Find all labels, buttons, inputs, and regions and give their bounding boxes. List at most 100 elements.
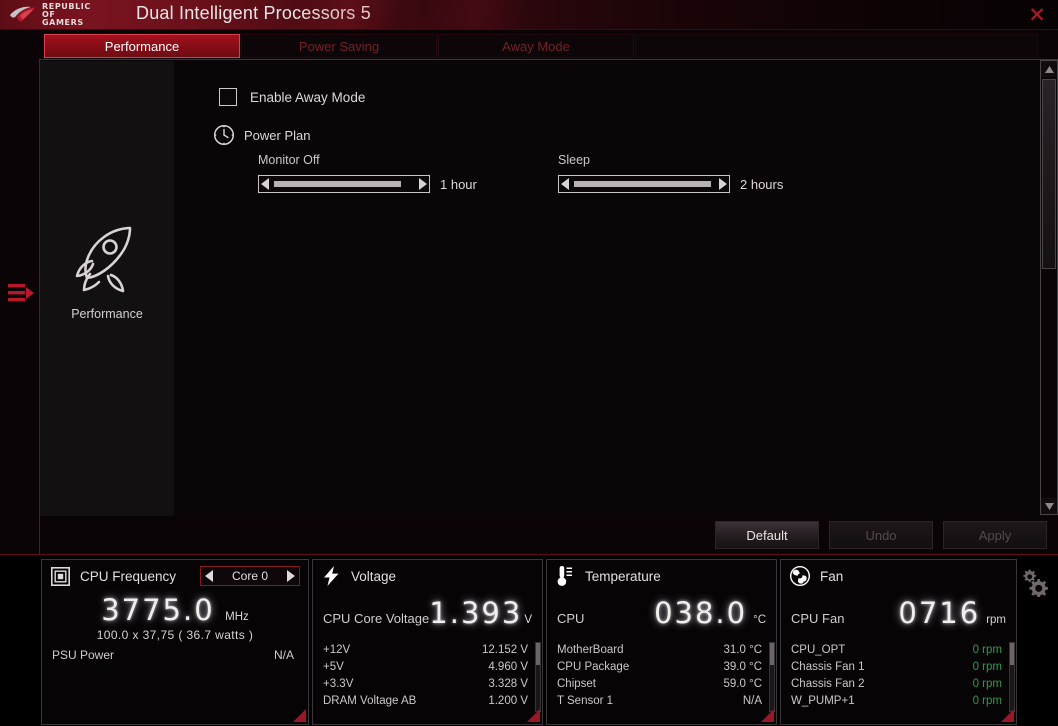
voltage-row-name: +5V <box>323 661 344 673</box>
fan-panel: Fan CPU Fan 0716 rpm CPU_OPT 0 rpm Chass… <box>780 559 1017 725</box>
cpu-temperature-value: 038.0 <box>654 596 748 630</box>
cpu-temperature-unit: °C <box>753 614 766 626</box>
sleep-slider[interactable] <box>558 175 730 193</box>
clock-icon <box>213 124 235 146</box>
app-title: Dual Intelligent Processors 5 <box>136 3 371 23</box>
voltage-row-value: 1.200 V <box>488 695 528 707</box>
cpu-frequency-panel: CPU Frequency Core 0 3775.0 MHz 100.0 x … <box>41 559 309 725</box>
panel-corner-marker <box>1001 709 1014 722</box>
sleep-track[interactable] <box>572 181 716 187</box>
rog-logo-line2: GAMERS <box>42 17 84 27</box>
temperature-title: Temperature <box>585 568 661 584</box>
fan-list-scrollbar[interactable] <box>1009 642 1015 712</box>
undo-button[interactable]: Undo <box>829 521 933 549</box>
title-bar: REPUBLIC OF GAMERS Dual Intelligent Proc… <box>0 0 1058 30</box>
sleep-group: Sleep 2 hours <box>558 153 783 193</box>
temperature-row-value: 31.0 °C <box>723 644 762 656</box>
slider-right-arrow-icon[interactable] <box>416 178 429 190</box>
list-item: W_PUMP+1 0 rpm <box>791 693 1002 710</box>
temperature-row-name: CPU Package <box>557 661 630 673</box>
fan-list: CPU_OPT 0 rpm Chassis Fan 1 0 rpm Chassi… <box>781 642 1016 712</box>
core-selector-value: Core 0 <box>231 569 269 583</box>
tab-strip-filler <box>635 34 1038 58</box>
gear-icon[interactable] <box>1020 567 1050 598</box>
left-edge-rail <box>0 30 40 554</box>
rog-eye-icon <box>10 6 36 22</box>
list-item: CPU Package 39.0 °C <box>557 659 762 676</box>
temperature-list: MotherBoard 31.0 °C CPU Package 39.0 °C … <box>547 642 776 712</box>
sleep-value: 2 hours <box>740 176 784 192</box>
list-item: T Sensor 1 N/A <box>557 693 762 710</box>
list-item: Chipset 59.0 °C <box>557 676 762 693</box>
voltage-row-value: 3.328 V <box>488 678 528 690</box>
temperature-panel: Temperature CPU 038.0 °C MotherBoard 31.… <box>546 559 777 725</box>
tab-away-mode[interactable]: Away Mode <box>438 34 634 58</box>
fan-row-name: CPU_OPT <box>791 644 846 656</box>
cpu-fan-label: CPU Fan <box>791 611 845 626</box>
temperature-row-value: N/A <box>742 695 762 707</box>
list-item: +3.3V 3.328 V <box>323 676 528 693</box>
core-selector[interactable]: Core 0 <box>200 566 300 586</box>
default-button[interactable]: Default <box>715 521 819 549</box>
enable-away-mode-row[interactable]: Enable Away Mode <box>219 88 365 106</box>
temperature-row-value: 39.0 °C <box>723 661 762 673</box>
fan-row-value: 0 rpm <box>972 644 1002 656</box>
close-icon[interactable]: ✕ <box>1024 4 1050 26</box>
rog-logo-line1: REPUBLIC OF <box>42 1 91 19</box>
expand-menu-icon[interactable] <box>7 280 35 306</box>
monitor-off-slider[interactable] <box>258 175 430 193</box>
tab-performance[interactable]: Performance <box>44 34 240 58</box>
thermometer-icon <box>557 566 572 586</box>
enable-away-mode-label: Enable Away Mode <box>250 89 366 105</box>
voltage-row-value: 4.960 V <box>488 661 528 673</box>
power-plan-header: Power Plan <box>213 124 310 146</box>
slider-left-arrow-icon[interactable] <box>259 178 272 190</box>
cpu-core-voltage-value: 1.393 <box>429 596 523 630</box>
mode-icon-rail: Performance <box>40 61 174 516</box>
cpu-frequency-title: CPU Frequency <box>80 568 177 584</box>
away-mode-pane: Enable Away Mode Power Plan Monitor Off <box>174 61 1058 516</box>
list-item: Chassis Fan 1 0 rpm <box>791 659 1002 676</box>
panel-corner-marker <box>293 709 306 722</box>
fan-row-name: Chassis Fan 2 <box>791 678 865 690</box>
monitor-bar: CPU Frequency Core 0 3775.0 MHz 100.0 x … <box>0 554 1058 726</box>
core-next-icon[interactable] <box>286 570 295 582</box>
fan-icon <box>790 566 810 586</box>
list-item: CPU_OPT 0 rpm <box>791 642 1002 659</box>
voltage-list-scrollbar[interactable] <box>535 642 541 712</box>
voltage-list: +12V 12.152 V +5V 4.960 V +3.3V 3.328 V … <box>313 642 542 712</box>
scroll-up-icon[interactable] <box>1041 61 1057 77</box>
slider-left-arrow-icon[interactable] <box>559 178 572 190</box>
panel-corner-marker <box>761 709 774 722</box>
sidebar-item-performance[interactable]: Performance <box>70 221 144 321</box>
temperature-row-name: MotherBoard <box>557 644 624 656</box>
monitor-off-group: Monitor Off 1 hour <box>258 153 477 193</box>
slider-right-arrow-icon[interactable] <box>716 178 729 190</box>
temperature-row-name: T Sensor 1 <box>557 695 614 707</box>
core-prev-icon[interactable] <box>205 570 214 582</box>
cpu-frequency-unit: MHz <box>225 611 249 623</box>
tab-power-saving[interactable]: Power Saving <box>241 34 437 58</box>
fan-row-value: 0 rpm <box>972 695 1002 707</box>
voltage-panel: Voltage CPU Core Voltage 1.393 V +12V 12… <box>312 559 543 725</box>
monitor-off-fill <box>274 181 401 187</box>
temperature-row-name: Chipset <box>557 678 596 690</box>
cpu-fan-unit: rpm <box>986 614 1006 626</box>
scrollbar-thumb[interactable] <box>1042 79 1056 269</box>
cpu-temperature-main: CPU 038.0 °C <box>547 592 776 630</box>
fan-title: Fan <box>820 568 844 584</box>
voltage-row-name: DRAM Voltage AB <box>323 695 417 707</box>
scroll-down-icon[interactable] <box>1041 498 1057 514</box>
temperature-list-scrollbar[interactable] <box>769 642 775 712</box>
enable-away-mode-checkbox[interactable] <box>219 88 237 106</box>
pane-vertical-scrollbar[interactable] <box>1040 60 1058 515</box>
cpu-chip-icon <box>51 566 70 586</box>
cpu-fan-value: 0716 <box>898 596 981 630</box>
monitor-off-track[interactable] <box>272 181 416 187</box>
sleep-fill <box>574 181 711 187</box>
rog-logo: REPUBLIC OF GAMERS <box>8 1 106 27</box>
cpu-frequency-multiplier: 100.0 x 37,75 ( 36.7 watts ) <box>96 628 254 642</box>
apply-button[interactable]: Apply <box>943 521 1047 549</box>
cpu-core-voltage-main: CPU Core Voltage 1.393 V <box>313 592 542 630</box>
psu-power-label: PSU Power <box>52 648 115 662</box>
